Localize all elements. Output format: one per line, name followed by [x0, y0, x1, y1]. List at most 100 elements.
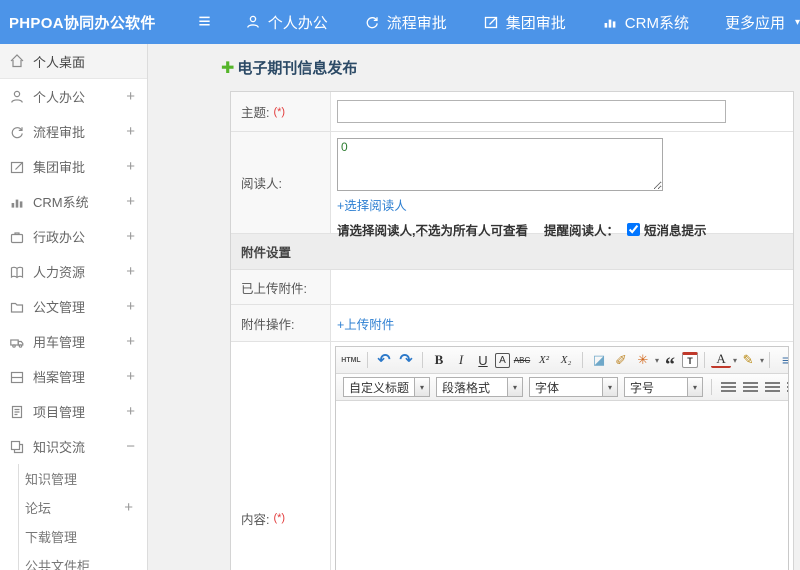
expand-icon[interactable]: +	[126, 88, 135, 105]
rich-text-editor: HTML ↶ ↷ B I U A ABC X² X₂ ◪ ✐ ✳ ▾ “ T A…	[335, 346, 789, 570]
remove-format-button[interactable]: ◪	[589, 350, 609, 370]
align-right-button[interactable]	[762, 377, 782, 397]
highlight-color-button[interactable]: ✎	[738, 350, 758, 370]
align-justify-button[interactable]	[784, 377, 788, 397]
expand-icon[interactable]: +	[126, 123, 135, 140]
sidebar-item-personal-desktop[interactable]: 个人桌面	[0, 44, 147, 79]
html-source-button[interactable]: HTML	[341, 350, 361, 370]
flow-icon	[9, 124, 26, 140]
font-size-select[interactable]: 字号 ▾	[624, 377, 704, 397]
align-left-button[interactable]	[718, 377, 738, 397]
subject-input[interactable]	[337, 100, 726, 123]
sidebar-item-project-management[interactable]: 项目管理 +	[0, 394, 147, 429]
upload-attachment-link[interactable]: +上传附件	[337, 314, 394, 333]
superscript-button[interactable]: X²	[534, 350, 554, 370]
flow-icon	[366, 17, 378, 29]
sms-remind-checkbox[interactable]	[627, 223, 640, 236]
italic-button[interactable]: I	[451, 350, 471, 370]
format-painter-button[interactable]: ✐	[611, 350, 631, 370]
chevron-down-icon[interactable]: ▾	[733, 356, 737, 365]
char-border-button[interactable]: A	[495, 352, 510, 368]
expand-icon[interactable]: +	[126, 263, 135, 280]
sidebar-item-label: 公文管理	[33, 300, 86, 315]
page-title-text: 电子期刊信息发布	[237, 60, 358, 77]
edit-icon	[9, 159, 26, 175]
topnav-crm-system[interactable]: CRM系统	[602, 12, 689, 33]
chevron-down-icon[interactable]: ▾	[760, 356, 764, 365]
sidebar-item-group-approval[interactable]: 集团审批 +	[0, 149, 147, 184]
expand-icon[interactable]: +	[126, 333, 135, 350]
archive-icon	[9, 369, 26, 385]
expand-icon[interactable]: +	[126, 298, 135, 315]
field-label-text: 已上传附件:	[241, 281, 307, 296]
sidebar-item-workflow-approval[interactable]: 流程审批 +	[0, 114, 147, 149]
topnav-workflow-approval[interactable]: 流程审批	[364, 12, 447, 33]
topnav-personal-office[interactable]: 个人办公	[245, 12, 328, 33]
sidebar-subitem-public-file-cabinet[interactable]: 公共文件柜	[19, 551, 147, 570]
uploaded-attachments-row: 已上传附件:	[231, 270, 793, 305]
attachment-section-header: 附件设置	[231, 234, 793, 270]
expand-icon[interactable]: +	[126, 228, 135, 245]
redo-button[interactable]: ↷	[396, 350, 416, 370]
topnav-label: 集团审批	[505, 14, 566, 32]
topnav-more-apps[interactable]: 更多应用	[725, 12, 785, 33]
align-center-icon	[742, 381, 758, 393]
editor-body[interactable]	[336, 401, 788, 570]
readers-textarea[interactable]: 0	[337, 138, 663, 191]
sidebar-item-knowledge-exchange[interactable]: 知识交流 −	[0, 429, 147, 464]
auto-typeset-button[interactable]: ✳	[633, 350, 653, 370]
sidebar-item-admin-office[interactable]: 行政办公 +	[0, 219, 147, 254]
editor-toolbar-row1: HTML ↶ ↷ B I U A ABC X² X₂ ◪ ✐ ✳ ▾ “ T A…	[336, 347, 788, 374]
undo-button[interactable]: ↶	[374, 350, 394, 370]
sidebar-subitem-knowledge-management[interactable]: 知识管理	[19, 464, 147, 493]
home-icon	[9, 53, 26, 69]
chevron-down-icon[interactable]: ▾	[655, 356, 659, 365]
sidebar-item-document-management[interactable]: 公文管理 +	[0, 289, 147, 324]
combo-value: 段落格式	[442, 380, 491, 395]
sidebar-item-label: CRM系统	[33, 195, 89, 210]
sidebar-item-label: 知识交流	[33, 440, 86, 455]
sidebar-item-human-resources[interactable]: 人力资源 +	[0, 254, 147, 289]
paste-plain-text-button[interactable]: T	[682, 352, 699, 368]
field-label-text: 主题:	[241, 106, 270, 120]
sidebar-subitem-download-management[interactable]: 下载管理	[19, 522, 147, 551]
topnav-group-approval[interactable]: 集团审批	[483, 12, 566, 33]
chevron-down-icon[interactable]: ▾	[795, 17, 800, 28]
attachment-ops-row: 附件操作: +上传附件	[231, 305, 793, 342]
paragraph-format-select[interactable]: 段落格式 ▾	[436, 377, 524, 397]
toolbar-separator	[769, 352, 771, 368]
expand-icon[interactable]: +	[126, 193, 135, 210]
topnav-label: 更多应用	[724, 14, 785, 32]
bold-button[interactable]: B	[429, 350, 449, 370]
sidebar-item-personal-office[interactable]: 个人办公 +	[0, 79, 147, 114]
sidebar-item-label: 人力资源	[33, 265, 86, 280]
expand-icon[interactable]: +	[124, 499, 133, 516]
choose-readers-link[interactable]: +选择阅读人	[337, 199, 407, 213]
expand-icon[interactable]: +	[126, 403, 135, 420]
field-label-text: 内容:	[241, 512, 270, 527]
font-family-select[interactable]: 字体 ▾	[529, 377, 619, 397]
chevron-down-icon: ▾	[507, 378, 523, 396]
style-select[interactable]: 自定义标题 ▾	[343, 377, 431, 397]
font-color-button[interactable]: A	[711, 352, 732, 368]
expand-icon[interactable]: +	[126, 158, 135, 175]
sidebar-subitem-forum[interactable]: 论坛 +	[19, 493, 147, 522]
ordered-list-button[interactable]: ≡	[776, 350, 788, 370]
sidebar-item-label: 用车管理	[33, 335, 86, 350]
hamburger-menu-icon[interactable]: ≡	[188, 0, 221, 44]
subscript-button[interactable]: X₂	[556, 350, 576, 370]
sidebar-item-label: 项目管理	[33, 405, 86, 420]
underline-button[interactable]: U	[473, 350, 493, 370]
collapse-icon[interactable]: −	[126, 438, 135, 455]
expand-icon[interactable]: +	[126, 368, 135, 385]
align-right-icon	[764, 381, 780, 393]
sidebar-item-archive-management[interactable]: 档案管理 +	[0, 359, 147, 394]
strikethrough-button[interactable]: ABC	[512, 350, 532, 370]
sidebar-item-vehicle-management[interactable]: 用车管理 +	[0, 324, 147, 359]
align-center-button[interactable]	[740, 377, 760, 397]
top-navigation: 个人办公 流程审批 集团审批 CRM系统 更多应用 ▾	[245, 12, 800, 33]
blockquote-button[interactable]: “	[660, 350, 680, 374]
toolbar-separator	[582, 352, 583, 368]
editor-toolbar-row2: 自定义标题 ▾ 段落格式 ▾ 字体 ▾ 字号 ▾	[336, 374, 788, 401]
sidebar-item-crm-system[interactable]: CRM系统 +	[0, 184, 147, 219]
